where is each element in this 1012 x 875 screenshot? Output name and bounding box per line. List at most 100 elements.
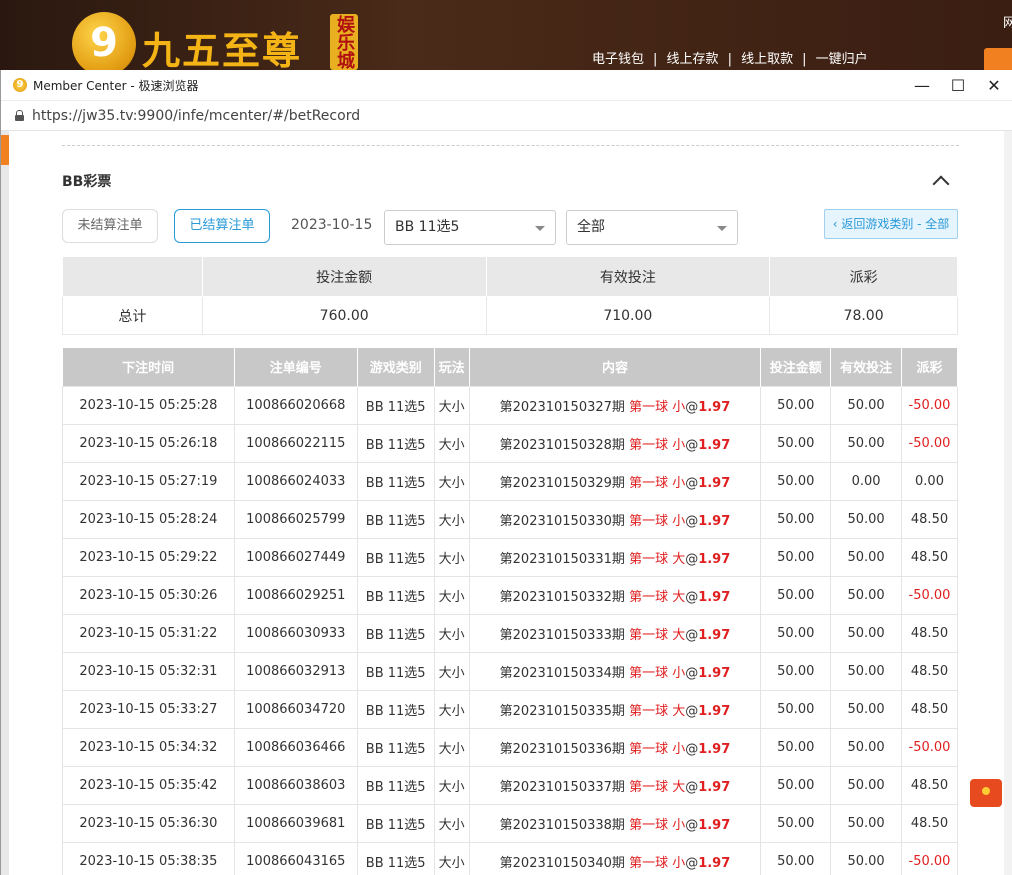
valid-bet-cell: 50.00 <box>830 385 903 425</box>
bet-id-cell[interactable]: 100866034720 <box>233 689 358 729</box>
payout-cell: -50.00 <box>901 385 958 425</box>
bet-id-cell[interactable]: 100866022115 <box>233 423 358 463</box>
ball-text: 第一球 小 <box>629 437 686 453</box>
table-row: 2023-10-15 05:31:22 100866030933 BB 11选5 大小… <box>62 613 958 653</box>
maximize-button[interactable]: ☐ <box>940 70 976 101</box>
divider <box>62 145 959 146</box>
issue-text: 第202310150331期 <box>499 551 625 567</box>
col-header-content: 内容 <box>469 348 762 386</box>
valid-bet-cell: 50.00 <box>830 575 903 615</box>
valid-bet-cell: 50.00 <box>830 689 903 729</box>
payout-cell: -50.00 <box>901 727 958 767</box>
at-sign: @ <box>685 513 699 529</box>
bet-time-cell: 2023-10-15 05:34:32 <box>62 727 235 767</box>
game-cell: BB 11选5 <box>356 651 435 691</box>
play-cell: 大小 <box>433 385 470 425</box>
red-envelope-icon[interactable] <box>970 779 1002 807</box>
bet-id-cell[interactable]: 100866029251 <box>233 575 358 615</box>
issue-text: 第202310150329期 <box>499 475 625 491</box>
bet-id-cell[interactable]: 100866024033 <box>233 461 358 501</box>
bet-id-cell[interactable]: 100866025799 <box>233 499 358 539</box>
ball-text: 第一球 大 <box>629 589 686 605</box>
at-sign: @ <box>685 741 699 757</box>
valid-bet-cell: 50.00 <box>830 613 903 653</box>
back-to-categories-button[interactable]: ‹ 返回游戏类别 - 全部 <box>824 209 958 239</box>
at-sign: @ <box>685 475 699 491</box>
unsettled-tab-button[interactable]: 未结算注单 <box>62 209 158 243</box>
type-select[interactable]: 全部 <box>566 210 738 245</box>
date-filter[interactable]: 2023-10-15 <box>291 217 372 233</box>
nav-link-deposit[interactable]: 线上存款 <box>667 52 719 67</box>
bet-amount-cell: 50.00 <box>760 765 832 805</box>
chevron-up-icon[interactable] <box>933 173 947 187</box>
odds-text: 1.97 <box>698 513 731 529</box>
payout-cell: -50.00 <box>901 575 958 615</box>
bet-id-cell[interactable]: 100866036466 <box>233 727 358 767</box>
bet-id-cell[interactable]: 100866032913 <box>233 651 358 691</box>
bet-time-cell: 2023-10-15 05:35:42 <box>62 765 235 805</box>
odds-text: 1.97 <box>698 475 731 491</box>
col-header-id: 注单编号 <box>234 348 358 386</box>
nav-link-transfer[interactable]: 一键归户 <box>816 52 868 67</box>
brand-logo-icon[interactable]: 9 <box>72 12 136 76</box>
at-sign: @ <box>685 589 699 605</box>
site-header: 9 九五至尊 娱乐城 电子钱包 | 线上存款 | 线上取款 | 一键归户 网 <box>0 0 1012 76</box>
url-text[interactable]: https://jw35.tv:9900/infe/mcenter/#/betR… <box>32 108 360 124</box>
bet-time-cell: 2023-10-15 05:36:30 <box>62 803 235 843</box>
play-cell: 大小 <box>433 575 470 615</box>
header-orange-tab[interactable] <box>984 48 1012 70</box>
content-cell: 第202310150333期 第一球 大@1.97 <box>468 613 762 653</box>
left-strip-marker <box>1 135 9 165</box>
bet-id-cell[interactable]: 100866030933 <box>233 613 358 653</box>
nav-link-withdraw[interactable]: 线上取款 <box>741 52 793 67</box>
at-sign: @ <box>685 551 699 567</box>
issue-text: 第202310150333期 <box>499 627 625 643</box>
top-nav: 电子钱包 | 线上存款 | 线上取款 | 一键归户 <box>592 48 872 67</box>
ball-text: 第一球 大 <box>629 551 686 567</box>
minimize-button[interactable]: — <box>904 70 940 101</box>
summary-valid-bet: 710.00 <box>485 296 771 335</box>
ball-text: 第一球 小 <box>629 741 686 757</box>
odds-text: 1.97 <box>698 551 731 567</box>
issue-text: 第202310150337期 <box>499 779 625 795</box>
ball-text: 第一球 大 <box>629 779 686 795</box>
at-sign: @ <box>685 627 699 643</box>
bet-amount-cell: 50.00 <box>760 575 832 615</box>
payout-cell: 48.50 <box>901 803 958 843</box>
bet-id-cell[interactable]: 100866043165 <box>233 841 358 875</box>
settled-tab-button[interactable]: 已结算注单 <box>174 209 270 243</box>
odds-text: 1.97 <box>698 627 731 643</box>
section-title: BB彩票 <box>62 174 112 190</box>
bet-id-cell[interactable]: 100866020668 <box>233 385 358 425</box>
header-right-text: 网 <box>1003 16 1012 31</box>
odds-text: 1.97 <box>698 399 731 415</box>
bet-amount-cell: 50.00 <box>760 385 832 425</box>
content-cell: 第202310150329期 第一球 小@1.97 <box>468 461 762 501</box>
issue-text: 第202310150335期 <box>499 703 625 719</box>
ball-text: 第一球 小 <box>629 475 686 491</box>
bet-amount-cell: 50.00 <box>760 803 832 843</box>
table-row: 2023-10-15 05:30:26 100866029251 BB 11选5 大小… <box>62 575 958 615</box>
nav-link-wallet[interactable]: 电子钱包 <box>592 52 644 67</box>
game-cell: BB 11选5 <box>356 841 435 875</box>
bet-time-cell: 2023-10-15 05:29:22 <box>62 537 235 577</box>
odds-text: 1.97 <box>698 589 731 605</box>
records-header-row: 下注时间 注单编号 游戏类别 玩法 内容 投注金额 有效投注 派彩 <box>62 348 958 386</box>
bet-time-cell: 2023-10-15 05:26:18 <box>62 423 235 463</box>
address-bar[interactable]: https://jw35.tv:9900/infe/mcenter/#/betR… <box>1 101 1012 131</box>
content-cell: 第202310150332期 第一球 大@1.97 <box>468 575 762 615</box>
bet-amount-cell: 50.00 <box>760 689 832 729</box>
close-button[interactable]: ✕ <box>976 70 1012 101</box>
valid-bet-cell: 50.00 <box>830 803 903 843</box>
col-header-valid: 有效投注 <box>830 348 903 386</box>
bet-id-cell[interactable]: 100866038603 <box>233 765 358 805</box>
page-content: BB彩票 未结算注单 已结算注单 2023-10-15 BB 11选5 全部 ‹… <box>1 131 1012 875</box>
bet-time-cell: 2023-10-15 05:30:26 <box>62 575 235 615</box>
game-select[interactable]: BB 11选5 <box>384 210 556 245</box>
bet-id-cell[interactable]: 100866027449 <box>233 537 358 577</box>
bet-time-cell: 2023-10-15 05:27:19 <box>62 461 235 501</box>
game-cell: BB 11选5 <box>356 575 435 615</box>
ball-text: 第一球 小 <box>629 513 686 529</box>
bet-id-cell[interactable]: 100866039681 <box>233 803 358 843</box>
bet-record-card: BB彩票 未结算注单 已结算注单 2023-10-15 BB 11选5 全部 ‹… <box>9 131 1004 875</box>
